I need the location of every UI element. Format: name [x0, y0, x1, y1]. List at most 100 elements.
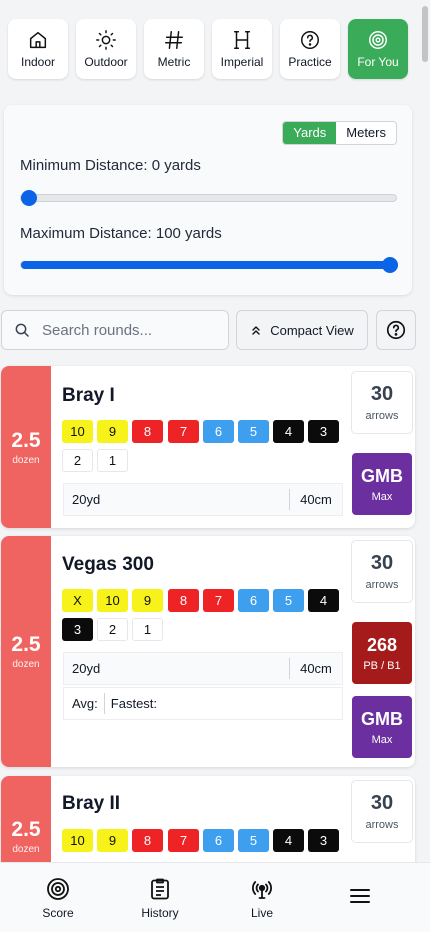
target-icon: [47, 877, 69, 900]
dozen-unit: dozen: [12, 659, 40, 670]
help-button[interactable]: [376, 310, 416, 350]
filter-indoor-label: Indoor: [20, 55, 56, 69]
menu-icon: [350, 888, 370, 903]
score-chip: 7: [168, 420, 199, 443]
stats-row: Avg: Fastest:: [63, 687, 343, 720]
dozen-value: 2.5: [11, 633, 41, 656]
round-title: Bray II: [62, 793, 121, 814]
fastest-label: Fastest:: [110, 696, 158, 711]
score-chip: 5: [238, 420, 269, 443]
search-box: [1, 310, 229, 350]
arrow-count: 30 arrows: [352, 781, 412, 842]
score-chip: 8: [168, 589, 199, 612]
search-icon: [15, 323, 29, 337]
filter-practice-button[interactable]: Practice: [280, 19, 340, 79]
score-chip: 6: [238, 589, 269, 612]
badge-label: Max: [371, 733, 393, 746]
dozen-value: 2.5: [11, 817, 41, 841]
compact-view-label: Compact View: [270, 322, 354, 338]
min-distance-handle[interactable]: [21, 190, 37, 206]
max-classification-badge[interactable]: GMB Max: [352, 696, 412, 758]
score-chip: 5: [273, 589, 304, 612]
score-chip: X: [62, 589, 93, 612]
question-circle-icon: [386, 320, 406, 340]
score-chip: 2: [62, 449, 93, 472]
max-classification-badge[interactable]: GMB Max: [352, 453, 412, 515]
nav-score-label: Score: [42, 905, 74, 920]
score-chip: 10: [62, 829, 93, 852]
nav-score[interactable]: Score: [18, 863, 98, 932]
badge-label: Max: [371, 490, 393, 503]
average-label: Avg:: [72, 696, 98, 711]
distance-filter-card: Yards Meters Minimum Distance: 0 yards M…: [4, 105, 412, 295]
score-chip: 1: [132, 618, 163, 641]
distance-face-row: 20yd 40cm: [63, 652, 343, 685]
target-face-size: 40cm: [300, 492, 332, 507]
round-title: Vegas 300: [62, 554, 154, 575]
filter-outdoor-button[interactable]: Outdoor: [76, 19, 136, 79]
hash-icon: [165, 31, 183, 49]
unit-yards-button[interactable]: Yards: [283, 122, 337, 144]
filter-imperial-button[interactable]: Imperial: [212, 19, 272, 79]
max-distance-handle[interactable]: [382, 257, 398, 273]
app: Indoor Outdoor Metric Imperial Practice …: [0, 0, 430, 932]
badge-value: GMB: [361, 465, 403, 486]
filter-row: Indoor Outdoor Metric Imperial Practice …: [0, 0, 430, 92]
min-distance-label: Minimum Distance: 0 yards: [20, 157, 201, 174]
round-title: Bray I: [62, 385, 115, 406]
score-chip: 10: [97, 589, 128, 612]
score-chip: 6: [203, 829, 234, 852]
target-face-size: 40cm: [300, 661, 332, 676]
filter-metric-button[interactable]: Metric: [144, 19, 204, 79]
score-chip: 7: [168, 829, 199, 852]
filter-indoor-button[interactable]: Indoor: [8, 19, 68, 79]
max-distance-slider[interactable]: [20, 257, 398, 273]
arrow-count-value: 30: [370, 552, 394, 574]
nav-menu[interactable]: [320, 863, 400, 932]
nav-history[interactable]: History: [120, 863, 200, 932]
scrollbar-thumb[interactable]: [422, 6, 428, 62]
score-chip: 4: [308, 589, 339, 612]
search-input[interactable]: [42, 321, 212, 339]
nav-live[interactable]: Live: [222, 863, 302, 932]
score-chip: 4: [273, 420, 304, 443]
sun-icon: [96, 30, 116, 50]
score-chip: 8: [132, 829, 163, 852]
score-chip: 3: [308, 829, 339, 852]
score-chip: 3: [62, 618, 93, 641]
score-chip: 3: [308, 420, 339, 443]
broadcast-icon: [252, 880, 272, 899]
score-chip: 4: [273, 829, 304, 852]
distance-face-row: 20yd 40cm: [63, 483, 343, 516]
round-card-bray-i[interactable]: 2.5 dozen Bray I 10 9 8 7 6 5 4 3 2 1 20…: [1, 366, 415, 528]
score-chip: 9: [97, 829, 128, 852]
filter-practice-label: Practice: [288, 55, 332, 69]
filter-imperial-label: Imperial: [220, 55, 264, 69]
dozen-indicator: 2.5 dozen: [1, 536, 51, 767]
filter-metric-label: Metric: [157, 55, 191, 69]
question-icon: [301, 31, 319, 49]
score-chip: 2: [97, 618, 128, 641]
round-distance: 20yd: [72, 661, 101, 676]
badge-value: 268: [366, 634, 398, 655]
min-distance-slider[interactable]: [20, 190, 397, 206]
max-distance-label: Maximum Distance: 100 yards: [20, 225, 222, 242]
badge-value: GMB: [361, 708, 403, 729]
unit-meters-button[interactable]: Meters: [336, 122, 396, 144]
filter-for-you-label: For You: [357, 55, 399, 69]
score-chip: 5: [238, 829, 269, 852]
nav-live-label: Live: [250, 905, 273, 920]
round-card-vegas-300[interactable]: 2.5 dozen Vegas 300 X 10 9 8 7 6 5 4 3 2…: [1, 536, 415, 767]
arrow-count-label: arrows: [365, 579, 399, 591]
arrow-count-value: 30: [370, 383, 394, 405]
bottom-nav: Score History Live: [0, 862, 430, 932]
arrow-count: 30 arrows: [352, 541, 412, 602]
filter-outdoor-label: Outdoor: [84, 55, 128, 69]
score-chip: 8: [132, 420, 163, 443]
nav-history-label: History: [141, 905, 179, 920]
personal-best-badge[interactable]: 268 PB / B1: [352, 622, 412, 684]
compact-view-button[interactable]: Compact View: [236, 310, 368, 350]
round-distance: 20yd: [72, 492, 101, 507]
filter-for-you-button[interactable]: For You: [348, 19, 408, 79]
score-chip: 9: [132, 589, 163, 612]
